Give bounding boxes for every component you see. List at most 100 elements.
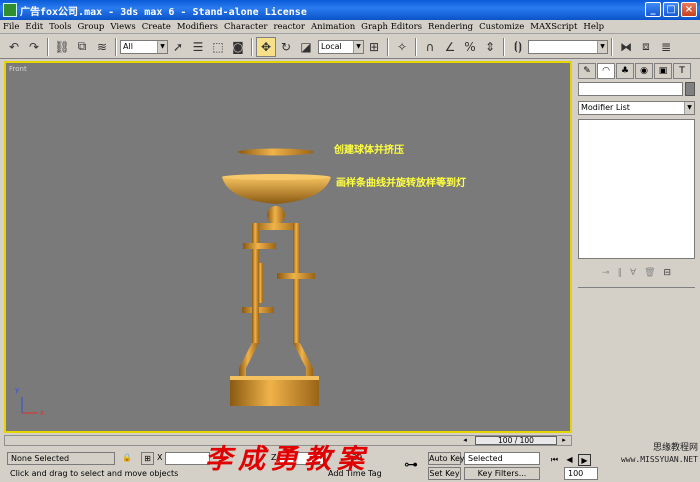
window-crossing-icon[interactable]: ◙ xyxy=(228,37,248,57)
make-unique-icon[interactable]: ∀ xyxy=(630,268,636,278)
lamp-model xyxy=(222,148,331,406)
main-toolbar: ↶ ↷ ⛓ ⧉ ≋ All ▼ ➚ ☰ ⬚ ◙ ✥ ↻ ◪ Local ▼ ⊞ ✧ … xyxy=(0,35,700,59)
axis-tripod-icon xyxy=(21,397,38,414)
show-end-result-icon[interactable]: ∥ xyxy=(617,268,622,278)
utilities-tab-icon[interactable]: T xyxy=(673,63,691,79)
link-icon[interactable]: ⛓ xyxy=(52,37,72,57)
squashed-sphere[interactable] xyxy=(238,148,314,156)
lamp-ball[interactable] xyxy=(267,206,285,224)
set-key-button[interactable]: Set Key xyxy=(428,467,461,480)
previous-key-icon[interactable]: ◀ xyxy=(563,454,576,466)
modifier-stack[interactable] xyxy=(578,119,695,259)
site-url: www.MISSYUAN.NET xyxy=(620,455,698,464)
motion-tab-icon[interactable]: ◉ xyxy=(635,63,653,79)
menu-file[interactable]: File xyxy=(3,22,19,32)
absolute-mode-icon[interactable]: ⊞ xyxy=(141,452,154,465)
select-and-scale-icon[interactable]: ◪ xyxy=(296,37,316,57)
modify-tab-icon[interactable]: ◠ xyxy=(597,63,615,79)
minimize-button[interactable]: _ xyxy=(645,2,661,17)
chevron-down-icon: ▼ xyxy=(157,40,167,53)
lamp-base[interactable] xyxy=(230,376,319,406)
object-name-field[interactable] xyxy=(578,82,683,96)
reference-coordinate-dropdown[interactable]: Local ▼ xyxy=(318,39,364,54)
menu-help[interactable]: Help xyxy=(583,22,604,32)
menu-views[interactable]: Views xyxy=(110,22,135,32)
menu-character[interactable]: Character xyxy=(224,22,267,32)
unlink-icon[interactable]: ⧉ xyxy=(72,37,92,57)
x-coord-field[interactable] xyxy=(165,452,210,465)
lamp-bowl[interactable] xyxy=(222,177,331,204)
set-key-mode-icon[interactable]: ⊶ xyxy=(398,452,424,478)
key-mode-dropdown[interactable]: Selected xyxy=(464,452,540,465)
configure-sets-icon[interactable]: ⊟ xyxy=(664,268,672,278)
menu-create[interactable]: Create xyxy=(142,22,171,32)
bind-space-warp-icon[interactable]: ≋ xyxy=(92,37,112,57)
command-panel: ✎ ◠ ♣ ◉ ▣ T Modifier List ▼ ⊸ ∥ ∀ 🗑 ⊟ xyxy=(575,61,700,433)
menu-modifiers[interactable]: Modifiers xyxy=(177,22,218,32)
object-color-swatch[interactable] xyxy=(685,82,695,96)
mirror-icon[interactable]: ⧓ xyxy=(616,37,636,57)
select-and-rotate-icon[interactable]: ↻ xyxy=(276,37,296,57)
chevron-down-icon: ▼ xyxy=(353,40,363,53)
lock-selection-icon[interactable]: 🔒 xyxy=(121,452,133,465)
create-tab-icon[interactable]: ✎ xyxy=(578,63,596,79)
axis-y-label: y xyxy=(15,386,20,394)
angle-snap-icon[interactable]: ∠ xyxy=(440,37,460,57)
title-bar: 广告fox公司.max - 3ds max 6 - Stand-alone Li… xyxy=(0,0,700,20)
toolbar-divider xyxy=(47,37,49,56)
undo-icon[interactable]: ↶ xyxy=(4,37,24,57)
select-by-name-icon[interactable]: ☰ xyxy=(188,37,208,57)
select-and-manipulate-icon[interactable]: ✧ xyxy=(392,37,412,57)
menu-graph-editors[interactable]: Graph Editors xyxy=(361,22,422,32)
toolbar-divider xyxy=(387,37,389,56)
menu-rendering[interactable]: Rendering xyxy=(428,22,473,32)
play-icon[interactable]: ▶ xyxy=(578,454,591,466)
base-top-edge xyxy=(230,376,319,380)
display-tab-icon[interactable]: ▣ xyxy=(654,63,672,79)
prev-frame-icon[interactable]: ◂ xyxy=(460,436,470,445)
parameters-rollout xyxy=(578,287,695,427)
remove-modifier-icon[interactable]: 🗑 xyxy=(644,268,655,278)
pin-stack-icon[interactable]: ⊸ xyxy=(602,268,610,278)
go-to-start-icon[interactable]: ⏮ xyxy=(548,454,561,466)
menu-reactor[interactable]: reactor xyxy=(273,22,305,32)
pivot-point-icon[interactable]: ⊞ xyxy=(364,37,384,57)
modifier-list-dropdown[interactable]: Modifier List ▼ xyxy=(578,101,695,115)
menu-animation[interactable]: Animation xyxy=(311,22,355,32)
close-button[interactable]: × xyxy=(681,2,697,17)
snaps-toggle-icon[interactable]: ∩ xyxy=(420,37,440,57)
chevron-down-icon: ▼ xyxy=(597,40,607,53)
toolbar-divider xyxy=(115,37,117,56)
front-viewport[interactable]: Front 创建球体并挤压 画样条曲线并旋转放样等到灯 x y xyxy=(4,61,572,433)
time-slider-thumb[interactable]: 100 / 100 xyxy=(475,436,557,445)
menu-group[interactable]: Group xyxy=(77,22,104,32)
bowl-rim xyxy=(222,174,330,180)
menu-bar: File Edit Tools Group Views Create Modif… xyxy=(0,20,700,34)
rectangular-selection-icon[interactable]: ⬚ xyxy=(208,37,228,57)
annotation-lathe: 画样条曲线并旋转放样等到灯 xyxy=(336,178,466,189)
selection-filter-dropdown[interactable]: All ▼ xyxy=(120,39,168,54)
next-frame-icon[interactable]: ▸ xyxy=(559,436,569,445)
hierarchy-tab-icon[interactable]: ♣ xyxy=(616,63,634,79)
menu-edit[interactable]: Edit xyxy=(25,22,43,32)
current-frame-field[interactable]: 100 xyxy=(564,467,598,480)
select-and-move-icon[interactable]: ✥ xyxy=(256,36,276,57)
author-watermark: 李成勇教案 xyxy=(205,444,370,475)
layer-manager-icon[interactable]: ≣ xyxy=(656,37,676,57)
named-selection-dropdown[interactable]: ▼ xyxy=(528,39,608,54)
menu-customize[interactable]: Customize xyxy=(479,22,524,32)
align-icon[interactable]: ⧈ xyxy=(636,37,656,57)
lamp-frame[interactable] xyxy=(239,223,315,381)
menu-tools[interactable]: Tools xyxy=(49,22,71,32)
edit-named-selection-icon[interactable]: ⦗⦘ xyxy=(508,37,528,57)
percent-snap-icon[interactable]: % xyxy=(460,37,480,57)
select-object-icon[interactable]: ➚ xyxy=(168,37,188,57)
auto-key-button[interactable]: Auto Key xyxy=(428,452,465,465)
maximize-button[interactable]: □ xyxy=(663,2,679,17)
spinner-snap-icon[interactable]: ⇕ xyxy=(480,37,500,57)
menu-maxscript[interactable]: MAXScript xyxy=(530,22,577,32)
key-filters-button[interactable]: Key Filters... xyxy=(464,467,540,480)
annotation-sphere: 创建球体并挤压 xyxy=(334,145,404,156)
redo-icon[interactable]: ↷ xyxy=(24,37,44,57)
site-name: 思缘教程网 xyxy=(652,443,698,453)
